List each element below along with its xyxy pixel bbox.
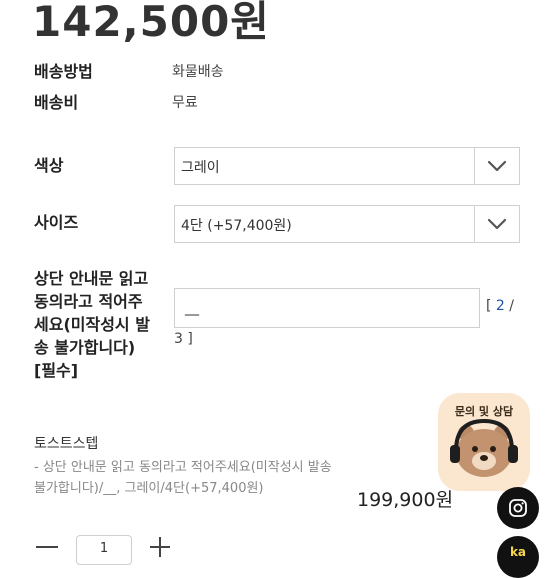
shipping-method-value: 화물배송 [172,64,224,80]
color-label: 색상 [34,156,64,175]
counter-close: ] [187,331,193,347]
custom-text-label-line: 세요(미작성시 발 [34,315,150,334]
instagram-icon [509,499,527,517]
counter-current: 2 [495,298,505,314]
char-counter: [ 2 / [486,298,514,314]
custom-text-label-line: 상단 안내문 읽고 [34,269,149,288]
custom-text-label: 상단 안내문 읽고 동의라고 적어주 세요(미작성시 발 송 불가합니다) [필… [34,267,150,382]
product-price: 142,500원 [32,0,270,46]
kakao-label: ka [509,545,527,559]
chat-consult-widget[interactable]: 문의 및 상담 [438,393,530,491]
plus-icon-v [159,537,161,557]
shipping-method-label: 배송방법 [34,62,93,81]
color-select-value: 그레이 [181,160,220,176]
custom-text-input[interactable]: __ [174,288,480,328]
shipping-fee-value: 무료 [172,95,198,111]
chevron-down-icon [487,218,507,230]
counter-max: 3 [174,331,183,347]
required-tag: [필수] [34,361,79,380]
kakao-button[interactable]: ka [497,536,539,578]
size-select[interactable]: 4단 (+57,400원) [174,205,520,243]
char-counter-max: 3 ] [174,331,193,347]
color-select[interactable]: 그레이 [174,147,520,185]
counter-separator: / [509,298,515,314]
counter-open: [ [486,298,492,314]
chevron-down-icon [487,160,507,172]
bear-headset-icon [450,418,518,477]
size-select-toggle[interactable] [474,206,519,242]
color-select-toggle[interactable] [474,148,519,184]
selected-item-options: - 상단 안내문 읽고 동의라고 적어주세요(미작성시 발송 불가합니다)/__… [34,460,332,496]
shipping-fee-label: 배송비 [34,93,79,112]
custom-text-value: __ [185,300,199,316]
quantity-input[interactable]: 1 [76,535,132,565]
custom-text-label-line: 동의라고 적어주 [34,292,143,311]
selected-item-name: 토스트스텝 [34,436,99,452]
instagram-button[interactable] [497,487,539,529]
quantity-decrease-button[interactable] [36,546,58,548]
custom-text-label-line: 송 불가합니다) [34,338,136,357]
size-select-value: 4단 (+57,400원) [181,218,292,234]
size-label: 사이즈 [34,213,79,232]
